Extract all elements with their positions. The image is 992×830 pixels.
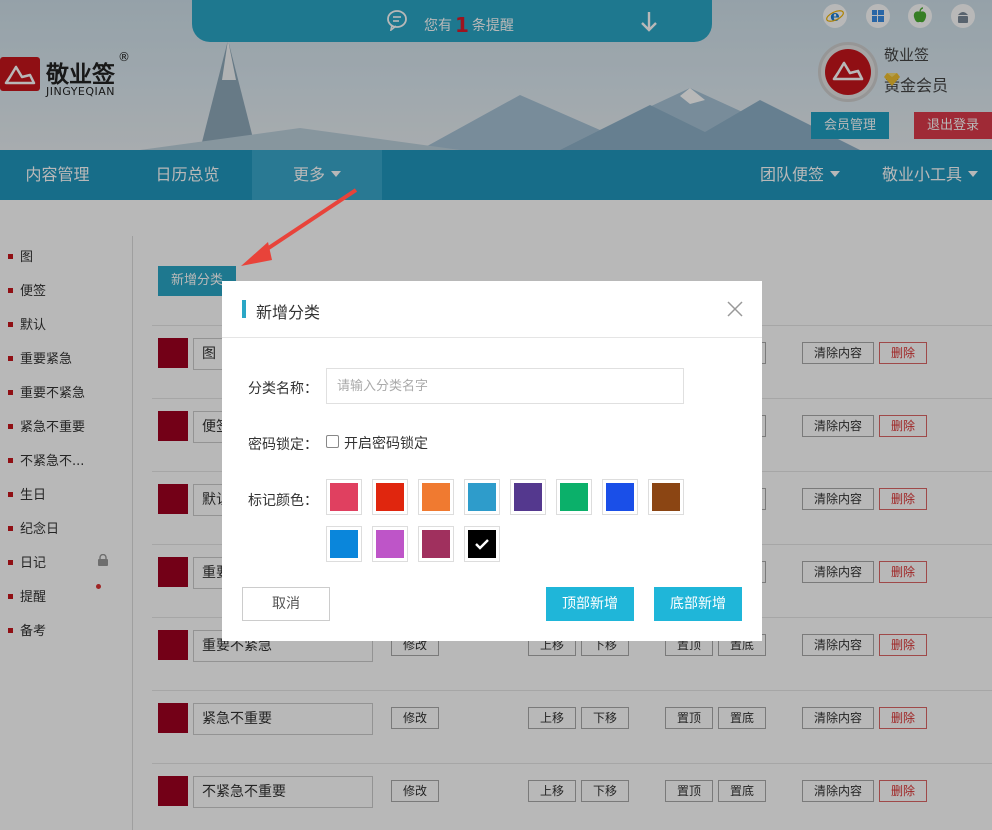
color-option[interactable] bbox=[602, 479, 638, 515]
title-accent-bar bbox=[242, 300, 246, 318]
color-option[interactable] bbox=[372, 479, 408, 515]
dialog-title: 新增分类 bbox=[256, 303, 321, 322]
color-option[interactable] bbox=[326, 526, 362, 562]
password-lock-checkbox[interactable] bbox=[326, 435, 339, 448]
add-category-dialog: 新增分类 分类名称： 密码锁定： 开启密码锁定 标记颜色： 取消 顶部新增 底部… bbox=[222, 281, 762, 641]
color-option[interactable] bbox=[418, 479, 454, 515]
color-option[interactable] bbox=[464, 526, 500, 562]
mark-color-label: 标记颜色： bbox=[248, 493, 318, 509]
color-option[interactable] bbox=[648, 479, 684, 515]
add-to-bottom-button[interactable]: 底部新增 bbox=[654, 587, 742, 621]
add-to-top-button[interactable]: 顶部新增 bbox=[546, 587, 634, 621]
password-lock-label: 密码锁定： bbox=[248, 437, 318, 453]
color-option[interactable] bbox=[556, 479, 592, 515]
category-name-input[interactable] bbox=[326, 368, 684, 404]
checkmark-icon bbox=[475, 539, 489, 550]
cancel-button[interactable]: 取消 bbox=[242, 587, 330, 621]
password-lock-checkbox-label[interactable]: 开启密码锁定 bbox=[344, 433, 428, 453]
close-icon[interactable] bbox=[726, 300, 744, 318]
color-option[interactable] bbox=[418, 526, 454, 562]
dialog-header: 新增分类 bbox=[222, 281, 762, 338]
color-option[interactable] bbox=[326, 479, 362, 515]
color-option[interactable] bbox=[464, 479, 500, 515]
color-option[interactable] bbox=[372, 526, 408, 562]
category-name-label: 分类名称： bbox=[248, 381, 318, 397]
color-option[interactable] bbox=[510, 479, 546, 515]
